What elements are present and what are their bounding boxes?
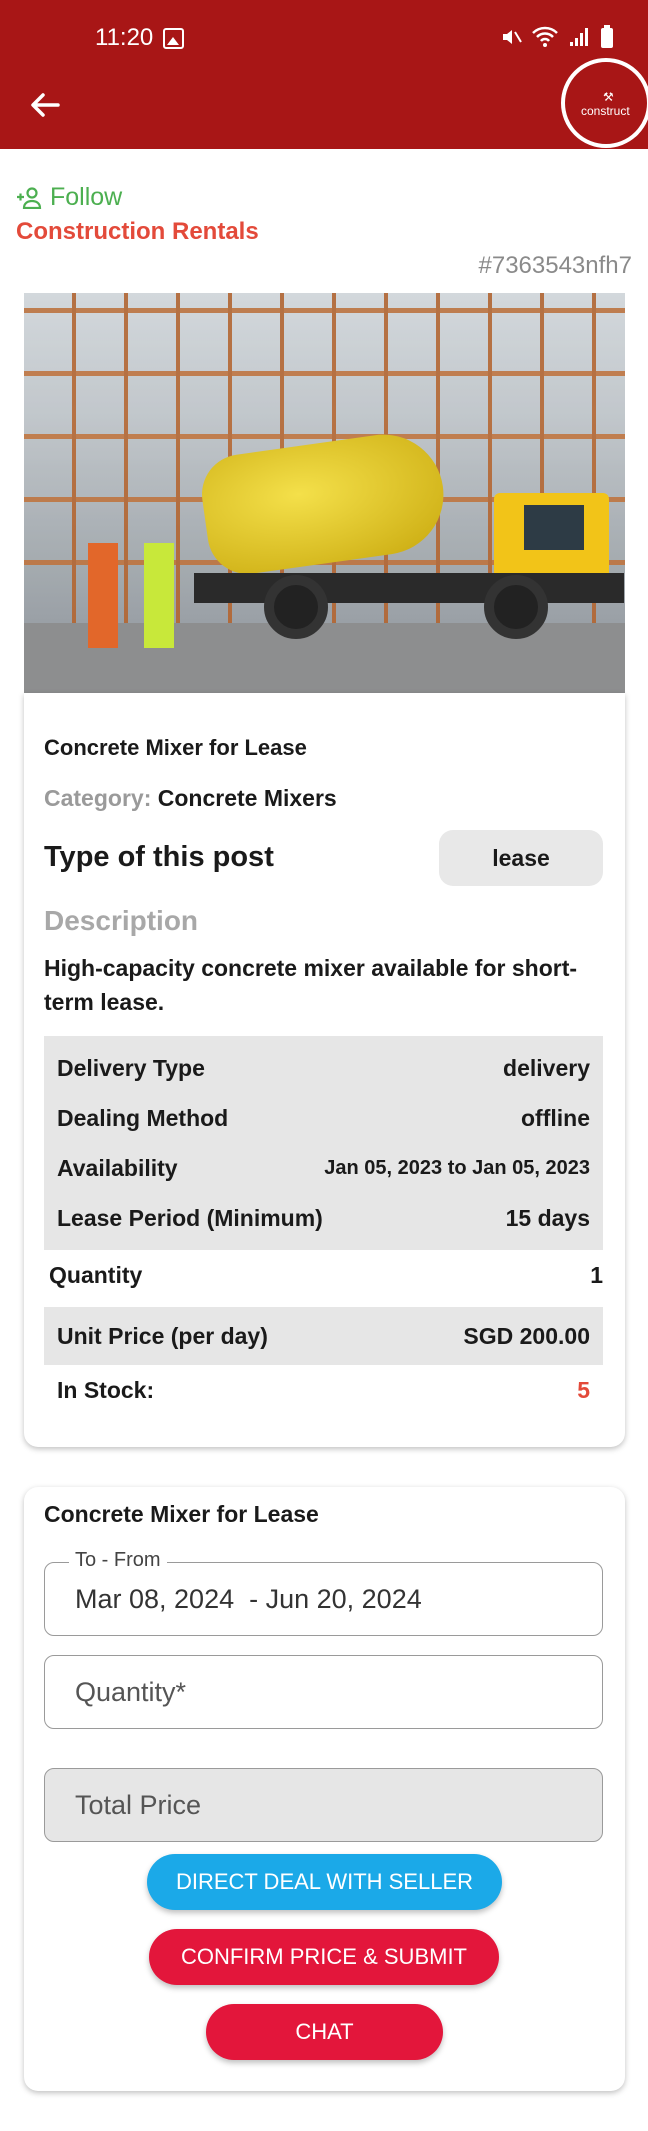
signal-icon bbox=[570, 28, 588, 46]
description-text: High-capacity concrete mixer available f… bbox=[44, 955, 578, 1015]
confirm-submit-button[interactable]: CONFIRM PRICE & SUBMIT bbox=[149, 1929, 499, 1985]
listing-title: Concrete Mixer for Lease bbox=[44, 735, 307, 760]
detail-row: Dealing Method offline bbox=[44, 1093, 603, 1143]
truck-wheel bbox=[264, 575, 328, 639]
order-form-title: Concrete Mixer for Lease bbox=[44, 1501, 319, 1527]
detail-row: Availability Jan 05, 2023 to Jan 05, 202… bbox=[44, 1143, 603, 1193]
wifi-icon bbox=[532, 26, 558, 47]
chat-button[interactable]: CHAT bbox=[206, 2004, 443, 2060]
worker-figure bbox=[144, 543, 174, 648]
detail-value: offline bbox=[521, 1104, 590, 1131]
stock-value: 5 bbox=[577, 1376, 590, 1403]
detail-label: Lease Period (Minimum) bbox=[57, 1204, 323, 1231]
add-person-icon bbox=[17, 186, 42, 209]
follow-label: Follow bbox=[50, 183, 123, 211]
category: Category: Concrete Mixers bbox=[44, 785, 337, 812]
truck-chassis bbox=[194, 573, 624, 603]
battery-icon bbox=[601, 25, 613, 48]
status-time: 11:20 bbox=[95, 24, 154, 51]
date-range-label: To - From bbox=[69, 1549, 167, 1572]
seller-name[interactable]: Construction Rentals bbox=[16, 218, 259, 246]
quantity-label: Quantity bbox=[49, 1261, 143, 1288]
order-form-card: Concrete Mixer for Lease To - From Mar 0… bbox=[24, 1487, 625, 2091]
post-type-chip: lease bbox=[439, 830, 603, 886]
unit-price-value: SGD 200.00 bbox=[463, 1322, 590, 1349]
quantity-value: 1 bbox=[590, 1261, 603, 1288]
back-arrow-icon[interactable] bbox=[28, 88, 62, 122]
detail-value: Jan 05, 2023 to Jan 05, 2023 bbox=[324, 1156, 590, 1179]
gallery-notification-icon bbox=[163, 28, 184, 49]
direct-deal-button[interactable]: DIRECT DEAL WITH SELLER bbox=[147, 1854, 502, 1910]
listing-details-card: Concrete Mixer for Lease Category: Concr… bbox=[24, 693, 625, 1447]
post-id: #7363543nfh7 bbox=[478, 252, 633, 279]
date-range-field[interactable]: To - From Mar 08, 2024 - Jun 20, 2024 bbox=[44, 1549, 603, 1636]
post-type-heading: Type of this post bbox=[44, 841, 274, 873]
cab-window bbox=[524, 505, 584, 550]
detail-value: delivery bbox=[503, 1054, 590, 1081]
date-range-value: Mar 08, 2024 - Jun 20, 2024 bbox=[75, 1583, 422, 1614]
quantity-row: Quantity 1 bbox=[44, 1250, 603, 1300]
follow-button[interactable]: Follow bbox=[16, 183, 122, 212]
logo-text: construct bbox=[581, 104, 630, 118]
unit-price-label: Unit Price (per day) bbox=[57, 1322, 268, 1349]
quantity-input[interactable]: Quantity* bbox=[44, 1655, 603, 1729]
mute-icon bbox=[503, 30, 522, 44]
details-table: Delivery Type delivery Dealing Method of… bbox=[44, 1036, 603, 1250]
worker-figure bbox=[88, 543, 118, 648]
truck-wheel bbox=[484, 575, 548, 639]
detail-label: Delivery Type bbox=[57, 1054, 205, 1081]
stock-row: In Stock: 5 bbox=[44, 1365, 603, 1415]
hammer-icon: ⚒ bbox=[603, 90, 614, 104]
stock-label: In Stock: bbox=[57, 1376, 155, 1403]
status-icons bbox=[500, 25, 614, 49]
listing-image bbox=[24, 293, 625, 693]
category-value: Concrete Mixers bbox=[157, 785, 337, 811]
construct-logo: ⚒ construct bbox=[561, 58, 648, 148]
app-bar: 11:20 ⚒ construct bbox=[0, 0, 648, 149]
unit-price-row: Unit Price (per day) SGD 200.00 bbox=[44, 1307, 603, 1365]
detail-label: Dealing Method bbox=[57, 1104, 229, 1131]
detail-row: Delivery Type delivery bbox=[44, 1043, 603, 1093]
detail-value: 15 days bbox=[505, 1204, 590, 1231]
detail-label: Availability bbox=[57, 1154, 178, 1181]
detail-row: Lease Period (Minimum) 15 days bbox=[44, 1193, 603, 1243]
total-price-field: Total Price bbox=[44, 1768, 603, 1842]
category-label: Category: bbox=[44, 785, 152, 811]
description-heading: Description bbox=[44, 905, 199, 936]
